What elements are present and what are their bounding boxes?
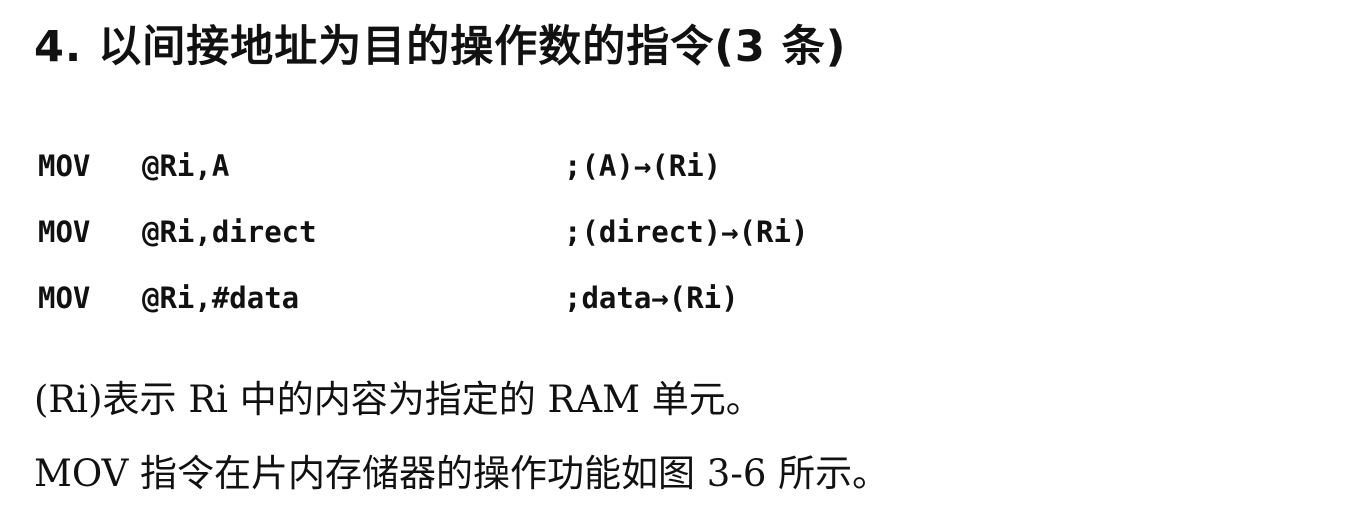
section-heading: 4. 以间接地址为目的操作数的指令(3 条) bbox=[34, 22, 847, 72]
body-paragraph: MOV 指令在片内存储器的操作功能如图 3-6 所示。 bbox=[34, 452, 890, 495]
instruction-comment: ;(A)→(Ri) bbox=[564, 149, 722, 183]
instruction-comment: ;(direct)→(Ri) bbox=[564, 215, 809, 249]
instruction-operands: @Ri,#data bbox=[142, 281, 300, 315]
document-page: 4. 以间接地址为目的操作数的指令(3 条) MOV @Ri,A ;(A)→(R… bbox=[0, 0, 1358, 517]
instruction-opcode: MOV bbox=[38, 281, 91, 315]
instruction-operands: @Ri,A bbox=[142, 149, 230, 183]
instruction-operands: @Ri,direct bbox=[142, 215, 317, 249]
instruction-opcode: MOV bbox=[38, 149, 91, 183]
instruction-opcode: MOV bbox=[38, 215, 91, 249]
body-paragraph: (Ri)表示 Ri 中的内容为指定的 RAM 单元。 bbox=[34, 378, 763, 421]
instruction-comment: ;data→(Ri) bbox=[564, 281, 739, 315]
